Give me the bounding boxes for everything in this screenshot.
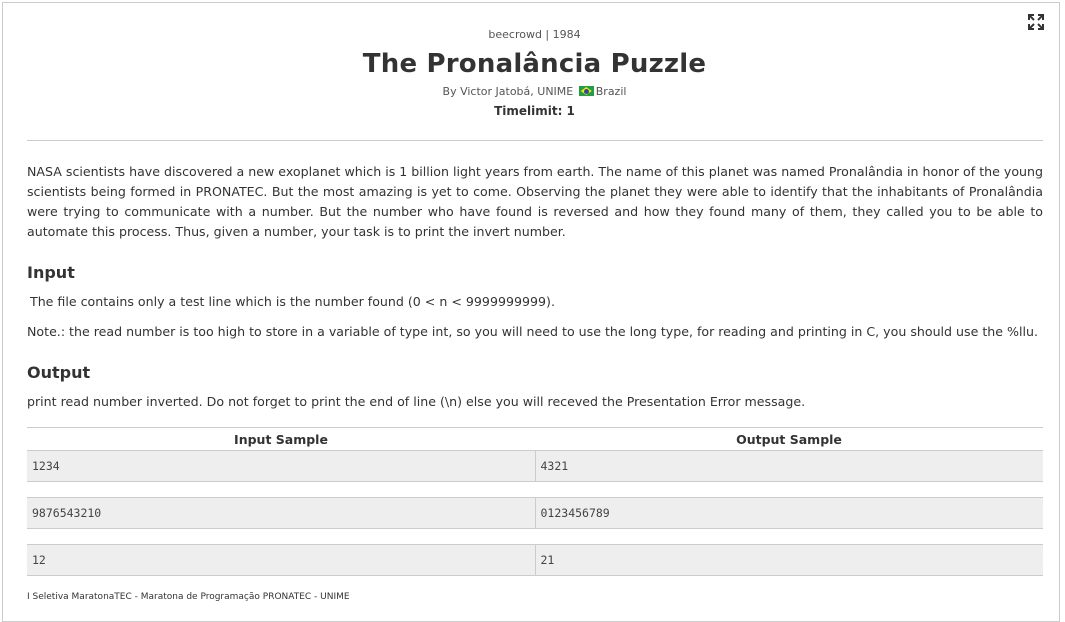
page-title: The Pronalância Puzzle (362, 49, 707, 79)
input-sample-header: Input Sample (27, 427, 535, 451)
problem-header: beecrowd | 1984 The Pronalância Puzzle B… (3, 27, 1065, 119)
problem-description: NASA scientists have discovered a new ex… (27, 164, 1043, 239)
input-description: The file contains only a test line which… (30, 294, 555, 309)
sample-output: 21 (535, 544, 1043, 576)
sample-output: 0123456789 (535, 497, 1043, 529)
problem-frame: beecrowd | 1984 The Pronalância Puzzle B… (2, 2, 1060, 622)
output-description: print read number inverted. Do not forge… (27, 394, 806, 409)
sample-input: 1234 (27, 450, 536, 482)
brazil-flag-icon (578, 86, 594, 96)
input-note: Note.: the read number is too high to st… (27, 324, 1038, 339)
timelimit: Timelimit: 1 (494, 104, 575, 118)
author-country: Brazil (595, 85, 627, 98)
input-section-title: Input (27, 263, 75, 282)
sample-input: 9876543210 (27, 497, 536, 529)
sample-row: 1234 4321 (27, 450, 1043, 482)
output-sample-header: Output Sample (535, 427, 1043, 451)
problem-source: beecrowd | 1984 (488, 28, 581, 41)
samples-table: Input Sample Output Sample 1234 4321 987… (27, 427, 1043, 576)
sample-row: 12 21 (27, 544, 1043, 576)
problem-author: By Victor Jatobá, UNIME Brazil (3, 85, 1065, 99)
sample-output: 4321 (535, 450, 1043, 482)
sample-input: 12 (27, 544, 536, 576)
divider (27, 140, 1043, 141)
sample-row: 9876543210 0123456789 (27, 497, 1043, 529)
author-name: By Victor Jatobá, UNIME (442, 85, 574, 98)
problem-footer: I Seletiva MaratonaTEC - Maratona de Pro… (27, 592, 350, 602)
output-section-title: Output (27, 363, 91, 382)
